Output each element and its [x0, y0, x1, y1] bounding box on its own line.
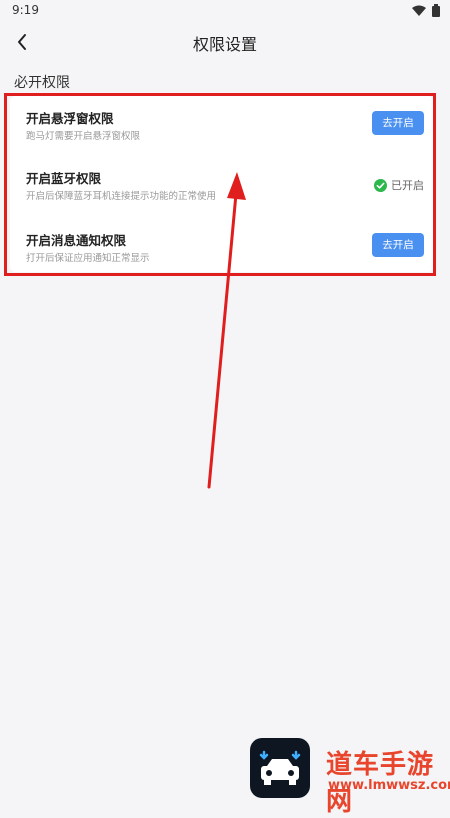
permission-desc: 跑马灯需要开启悬浮窗权限 — [26, 131, 141, 142]
enable-overlay-button[interactable]: 去开启 — [372, 111, 424, 135]
page-title: 权限设置 — [192, 35, 257, 54]
permission-row-overlay: 开启悬浮窗权限 跑马灯需要开启悬浮窗权限 去开启 — [10, 96, 434, 154]
car-logo-icon — [259, 750, 301, 785]
permissions-card: 开启悬浮窗权限 跑马灯需要开启悬浮窗权限 去开启 开启蓝牙权限 开启后保障蓝牙耳… — [10, 96, 434, 272]
permission-desc: 开启后保障蓝牙耳机连接提示功能的正常使用 — [26, 191, 217, 202]
watermark-url: www.lmwwsz.com — [328, 778, 450, 793]
permission-row-bluetooth: 开启蓝牙权限 开启后保障蓝牙耳机连接提示功能的正常使用 已开启 — [10, 156, 434, 214]
section-title: 必开权限 — [14, 75, 70, 91]
status-time: 9:19 — [12, 3, 39, 17]
watermark-logo — [250, 738, 310, 798]
check-circle-icon — [374, 178, 387, 192]
nav-bar: 权限设置 — [0, 22, 450, 62]
enabled-status: 已开启 — [374, 177, 424, 193]
permission-title: 开启蓝牙权限 — [26, 171, 102, 186]
status-bar: 9:19 — [0, 0, 450, 22]
status-icons — [412, 4, 440, 17]
permission-title: 开启消息通知权限 — [26, 233, 127, 248]
enable-notification-button[interactable]: 去开启 — [372, 233, 424, 257]
enabled-label: 已开启 — [391, 179, 424, 192]
permission-title: 开启悬浮窗权限 — [26, 111, 114, 126]
permission-row-notification: 开启消息通知权限 打开后保证应用通知正常显示 去开启 — [10, 218, 434, 276]
battery-icon — [432, 4, 440, 17]
permission-desc: 打开后保证应用通知正常显示 — [26, 253, 150, 264]
wifi-icon — [412, 5, 426, 16]
